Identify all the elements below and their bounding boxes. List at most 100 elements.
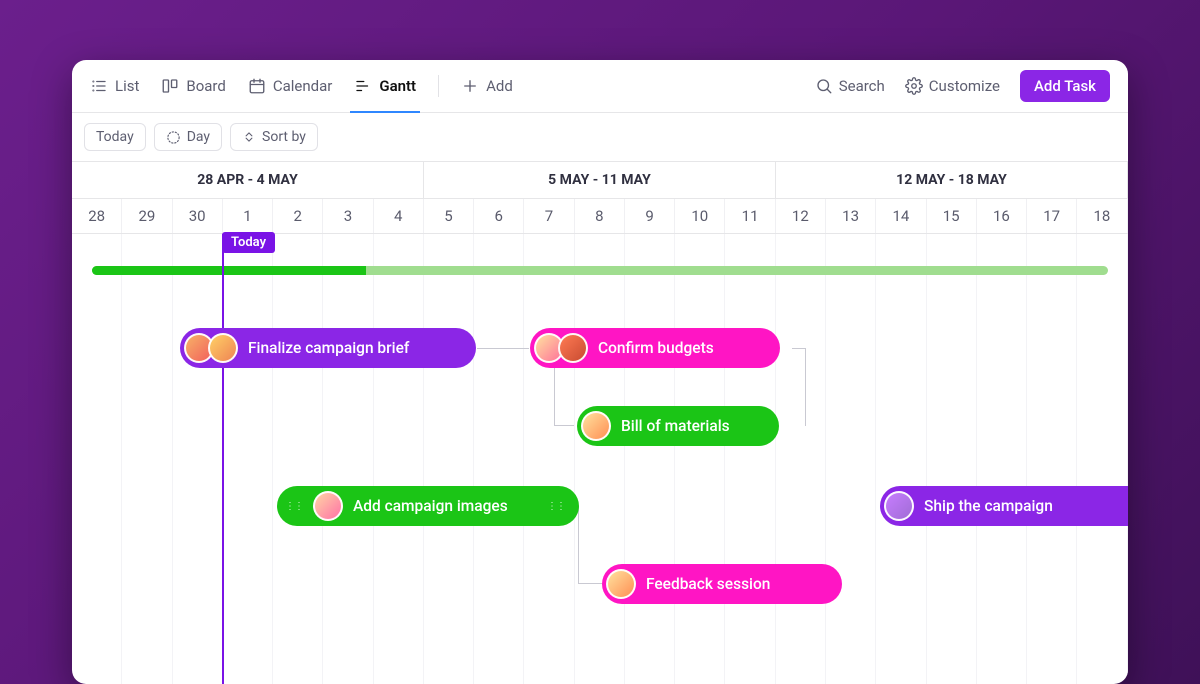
tab-board[interactable]: Board [161,73,225,99]
search-icon [815,77,833,95]
day-header-cell: 11 [725,199,775,233]
tab-board-label: Board [186,77,225,95]
assignee-avatars [184,333,238,363]
task-bar-add-campaign-images[interactable]: ⋮⋮ Add campaign images ⋮⋮ [277,486,579,526]
grid-column [374,234,424,684]
task-label: Add campaign images [353,497,508,515]
customize-action[interactable]: Customize [905,77,1000,95]
day-header-cell: 4 [374,199,424,233]
avatar [313,491,343,521]
assignee-avatars [581,411,611,441]
connector [554,368,574,426]
day-header-cell: 16 [977,199,1027,233]
task-label: Feedback session [646,575,770,593]
avatar [558,333,588,363]
grid-column [1027,234,1077,684]
grid-column [1077,234,1127,684]
day-header-cell: 14 [876,199,926,233]
grid-columns [72,234,1128,684]
week-header-cell: 28 APR - 4 MAY [72,162,424,198]
grid-column [72,234,122,684]
task-label: Bill of materials [621,417,730,435]
day-header-cell: 13 [826,199,876,233]
assignee-avatars [606,569,636,599]
tab-gantt-label: Gantt [379,77,416,95]
tab-list[interactable]: List [90,73,139,99]
overall-progress-bar [92,266,1108,275]
overall-progress-done [92,266,366,275]
week-header-cell: 12 MAY - 18 MAY [776,162,1128,198]
today-button-label: Today [96,129,134,145]
task-bar-finalize-brief[interactable]: Finalize campaign brief [180,328,476,368]
granularity-label: Day [187,129,210,145]
week-header-cell: 5 MAY - 11 MAY [424,162,776,198]
tab-list-label: List [115,77,139,95]
task-bar-bill-of-materials[interactable]: Bill of materials [577,406,779,446]
week-header: 28 APR - 4 MAY5 MAY - 11 MAY12 MAY - 18 … [72,162,1128,199]
day-header-cell: 10 [675,199,725,233]
granularity-select[interactable]: Day [154,123,222,151]
grid-column [876,234,926,684]
today-button[interactable]: Today [84,123,146,151]
add-task-button[interactable]: Add Task [1020,70,1110,102]
task-bar-confirm-budgets[interactable]: Confirm budgets [530,328,780,368]
sort-button[interactable]: Sort by [230,123,318,151]
customize-label: Customize [929,77,1000,95]
grid-column [725,234,775,684]
grid-column [575,234,625,684]
divider [438,75,439,97]
day-header-cell: 3 [323,199,373,233]
day-header-cell: 1 [223,199,273,233]
connector [477,348,529,349]
day-header-cell: 28 [72,199,122,233]
day-header-cell: 6 [474,199,524,233]
grid-column [927,234,977,684]
day-header-cell: 18 [1077,199,1127,233]
grid-column [675,234,725,684]
search-label: Search [839,77,885,95]
day-icon [166,130,181,145]
day-header-cell: 29 [122,199,172,233]
grid-column [273,234,323,684]
app-window: List Board Calendar Gantt Add [72,60,1128,684]
search-action[interactable]: Search [815,77,885,95]
tab-calendar[interactable]: Calendar [248,73,333,99]
add-view[interactable]: Add [461,73,513,99]
task-bar-ship-campaign[interactable]: Ship the campaign [880,486,1128,526]
grid-column [424,234,474,684]
assignee-avatars [534,333,588,363]
task-label: Ship the campaign [924,497,1053,515]
drag-handle-icon[interactable]: ⋮⋮ [285,501,303,512]
today-indicator: Today [222,232,275,253]
grid-column [977,234,1027,684]
gantt-icon [354,77,372,95]
avatar [884,491,914,521]
calendar-icon [248,77,266,95]
grid-column [223,234,273,684]
day-header-cell: 7 [524,199,574,233]
view-tabs: List Board Calendar Gantt Add [90,73,513,99]
avatar [581,411,611,441]
avatar [208,333,238,363]
day-header-cell: 30 [173,199,223,233]
day-header-cell: 12 [776,199,826,233]
assignee-avatars [884,491,914,521]
grid-column [524,234,574,684]
task-label: Confirm budgets [598,339,714,357]
drag-handle-icon[interactable]: ⋮⋮ [547,501,565,512]
sort-label: Sort by [262,129,306,145]
task-bar-feedback-session[interactable]: Feedback session [602,564,842,604]
gantt-toolbar: Today Day Sort by [72,113,1128,161]
grid-column [625,234,675,684]
gantt-body[interactable]: Today Finalize campaign brief Confirm [72,234,1128,684]
assignee-avatars [313,491,343,521]
tab-gantt[interactable]: Gantt [354,73,416,99]
grid-column [776,234,826,684]
day-header-cell: 15 [927,199,977,233]
day-header-cell: 9 [625,199,675,233]
gantt-chart: 28 APR - 4 MAY5 MAY - 11 MAY12 MAY - 18 … [72,161,1128,681]
grid-column [323,234,373,684]
day-header-cell: 2 [273,199,323,233]
connector [792,348,806,426]
day-header-cell: 17 [1027,199,1077,233]
